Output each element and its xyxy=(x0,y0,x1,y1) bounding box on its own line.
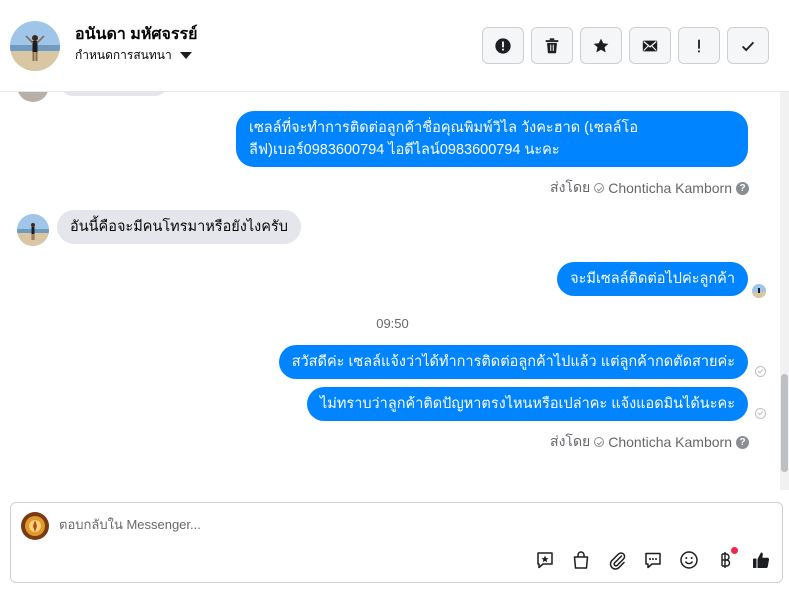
report-spam-button[interactable] xyxy=(482,27,524,64)
exclamation-icon xyxy=(698,39,700,52)
quick-reply-button[interactable] xyxy=(642,549,664,571)
conversation-header: อนันดา มหัศจรรย์ กำหนดการสนทนา xyxy=(0,0,789,92)
saved-reply-button[interactable] xyxy=(534,549,556,571)
info-icon[interactable]: ? xyxy=(736,181,749,195)
message-text: ไม่ทราบว่าลูกค้าติดปัญหาตรงไหนหรือเปล่าค… xyxy=(320,396,735,412)
message-text: อันนี้คือจะมีคนโทรมาหรือยังไงครับ xyxy=(70,219,288,235)
notification-dot xyxy=(731,547,738,554)
page-avatar xyxy=(21,512,49,540)
message-bubble-outgoing[interactable]: สวัสดีค่ะ เซลล์แจ้งว่าได้ทำการติดต่อลูกค… xyxy=(278,345,748,379)
shopping-bag-icon xyxy=(573,551,589,569)
reply-composer xyxy=(10,502,783,583)
conversation-toolbar xyxy=(482,27,769,64)
contact-avatar-small[interactable] xyxy=(17,214,49,246)
mark-unread-button[interactable] xyxy=(629,27,671,64)
assign-label: กำหนดการสนทนา xyxy=(75,48,172,62)
delivered-check-icon xyxy=(755,408,766,419)
paperclip-icon xyxy=(609,552,626,570)
assign-conversation-dropdown[interactable]: กำหนดการสนทนา xyxy=(75,46,192,65)
emoji-button[interactable] xyxy=(678,549,700,571)
reply-input[interactable] xyxy=(59,517,759,532)
composer-toolbar xyxy=(534,547,772,571)
message-timestamp: 09:50 xyxy=(376,316,409,331)
star-button[interactable] xyxy=(580,27,622,64)
caret-down-icon xyxy=(179,52,192,59)
check-circle-icon xyxy=(594,183,605,193)
thread-scrollbar[interactable] xyxy=(780,92,789,490)
thumbs-up-icon xyxy=(753,552,770,569)
sent-by-prefix: ส่งโดย xyxy=(550,433,591,449)
seen-avatar xyxy=(752,284,766,298)
checkmark-icon xyxy=(741,41,755,51)
message-text: สวัสดีค่ะ เซลล์แจ้งว่าได้ทำการติดต่อลูกค… xyxy=(291,354,735,370)
sent-by-name[interactable]: Chonticha Kamborn xyxy=(608,434,732,450)
star-icon xyxy=(593,38,609,52)
message-bubble-incoming[interactable]: อันนี้คือจะมีคนโทรมาหรือยังไงครับ xyxy=(57,210,301,244)
sent-by-label: ส่งโดย Chonticha Kamborn ? xyxy=(550,431,749,453)
sent-by-prefix: ส่งโดย xyxy=(550,179,591,195)
contact-avatar-small xyxy=(17,92,49,102)
contact-name[interactable]: อนันดา มหัศจรรย์ xyxy=(75,22,198,47)
message-text: เซลล์ที่จะทำการติดต่อลูกค้าชื่อคุณพิมพ์ว… xyxy=(249,120,639,136)
delivered-check-icon xyxy=(755,366,766,377)
message-text: ลีฟ)เบอร์0983600794 ไอดีไลน์0983600794 น… xyxy=(249,142,560,158)
message-text: จะมีเซลล์ติดต่อไปค่ะลูกค้า xyxy=(570,271,735,287)
message-bubble-outgoing[interactable]: ไม่ทราบว่าลูกค้าติดปัญหาตรงไหนหรือเปล่าค… xyxy=(307,387,748,421)
trash-icon xyxy=(545,37,559,53)
attach-file-button[interactable] xyxy=(606,549,628,571)
saved-reply-icon xyxy=(537,552,553,569)
mark-done-button[interactable] xyxy=(727,27,769,64)
sent-by-label: ส่งโดย Chonticha Kamborn ? xyxy=(550,177,749,199)
contact-avatar[interactable] xyxy=(10,21,60,71)
scrollbar-thumb[interactable] xyxy=(781,374,788,472)
payment-button[interactable] xyxy=(714,547,738,571)
message-bubble-outgoing[interactable]: เซลล์ที่จะทำการติดต่อลูกค้าชื่อคุณพิมพ์ว… xyxy=(236,111,748,167)
info-icon[interactable]: ? xyxy=(736,435,749,449)
exclamation-circle-icon xyxy=(495,37,511,54)
sent-by-name[interactable]: Chonticha Kamborn xyxy=(608,180,732,196)
delete-button[interactable] xyxy=(531,27,573,64)
shop-button[interactable] xyxy=(570,549,592,571)
send-like-button[interactable] xyxy=(750,549,772,571)
message-bubble-outgoing[interactable]: จะมีเซลล์ติดต่อไปค่ะลูกค้า xyxy=(557,262,748,296)
chat-bubble-icon xyxy=(645,552,661,569)
envelope-icon xyxy=(642,40,658,51)
check-circle-icon xyxy=(594,437,605,447)
emoji-icon xyxy=(680,551,698,569)
follow-up-button[interactable] xyxy=(678,27,720,64)
message-bubble-incoming-partial xyxy=(60,92,168,96)
message-thread: เซลล์ที่จะทำการติดต่อลูกค้าชื่อคุณพิมพ์ว… xyxy=(0,92,789,492)
